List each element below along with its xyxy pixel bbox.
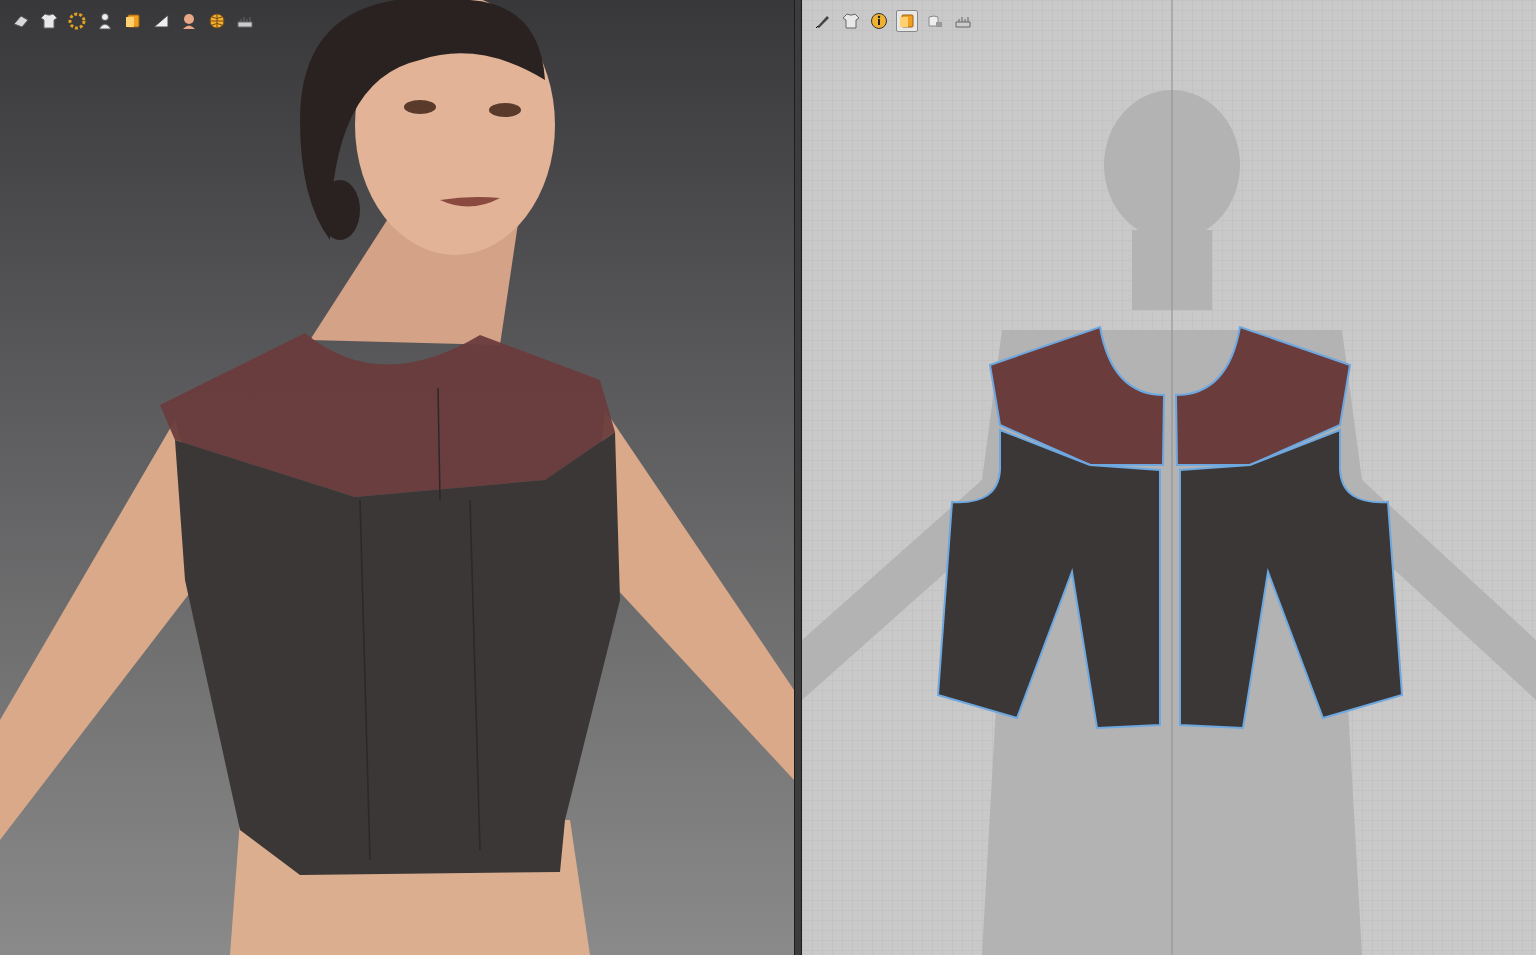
texture-icon: [897, 11, 917, 31]
app: [0, 0, 1536, 955]
toolbar-button[interactable]: [178, 10, 200, 32]
viewport-3d[interactable]: [0, 0, 794, 955]
pattern-canvas: [802, 0, 1536, 955]
toolbar-button[interactable]: [896, 10, 918, 32]
toolbar-button[interactable]: [94, 10, 116, 32]
globe-icon: [207, 11, 227, 31]
pen-icon: [813, 11, 833, 31]
toolbar-button[interactable]: [234, 10, 256, 32]
avatar-render: [0, 0, 794, 955]
info-icon: [869, 11, 889, 31]
toolbar-button[interactable]: [66, 10, 88, 32]
measure-icon: [235, 11, 255, 31]
toolbar-button[interactable]: [868, 10, 890, 32]
toolbar-button[interactable]: [122, 10, 144, 32]
toolbar-button[interactable]: [840, 10, 862, 32]
toolbar-button[interactable]: [150, 10, 172, 32]
body-piece[interactable]: [1180, 430, 1402, 728]
avatar-silhouette: [802, 90, 1536, 955]
toolbar-button[interactable]: [38, 10, 60, 32]
render-icon: [11, 11, 31, 31]
points-icon: [67, 11, 87, 31]
toolbar-button[interactable]: [924, 10, 946, 32]
body-piece[interactable]: [938, 430, 1160, 728]
texture-icon: [123, 11, 143, 31]
toolbar-button[interactable]: [10, 10, 32, 32]
toolbar-button[interactable]: [206, 10, 228, 32]
fabric-icon: [151, 11, 171, 31]
pattern-2d-toolbar: [802, 0, 1536, 42]
toolbar-button[interactable]: [952, 10, 974, 32]
measure-icon: [953, 11, 973, 31]
garment-icon: [841, 11, 861, 31]
avatar-icon: [95, 11, 115, 31]
pattern-2d[interactable]: [802, 0, 1536, 955]
viewport-3d-toolbar: [0, 0, 794, 42]
lock-icon: [925, 11, 945, 31]
panel-divider[interactable]: [794, 0, 802, 955]
skin-icon: [179, 11, 199, 31]
garment-icon: [39, 11, 59, 31]
toolbar-button[interactable]: [812, 10, 834, 32]
